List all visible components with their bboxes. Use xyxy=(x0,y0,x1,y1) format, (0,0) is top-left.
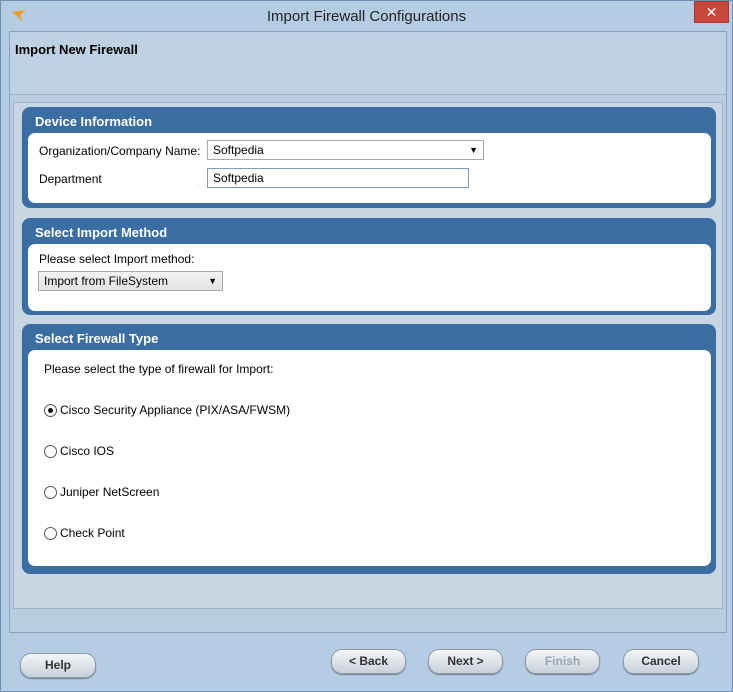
back-button[interactable]: < Back xyxy=(331,649,406,674)
firewall-type-prompt: Please select the type of firewall for I… xyxy=(44,362,274,376)
next-button[interactable]: Next > xyxy=(428,649,503,674)
import-method-panel: Select Import Method Please select Impor… xyxy=(22,218,716,315)
radio-label: Juniper NetScreen xyxy=(60,485,160,499)
device-information-panel: Device Information Organization/Company … xyxy=(22,107,716,208)
close-button[interactable]: ✕ xyxy=(694,1,729,23)
organization-label: Organization/Company Name: xyxy=(39,144,201,158)
firewall-type-panel: Select Firewall Type Please select the t… xyxy=(22,324,716,574)
import-method-prompt: Please select Import method: xyxy=(39,252,195,266)
import-firewall-window: Import Firewall Configurations ✕ Import … xyxy=(0,0,733,692)
radio-unselected-icon xyxy=(44,445,57,458)
organization-value: Softpedia xyxy=(213,143,264,157)
device-information-heading: Device Information xyxy=(35,114,153,129)
chevron-down-icon: ▼ xyxy=(469,145,478,155)
import-method-select[interactable]: Import from FileSystem ▼ xyxy=(38,271,223,291)
wizard-content: Import New Firewall Device Information O… xyxy=(9,31,727,633)
department-label: Department xyxy=(39,172,102,186)
organization-select[interactable]: Softpedia ▼ xyxy=(207,140,484,160)
chevron-down-icon: ▼ xyxy=(208,276,217,286)
cancel-button[interactable]: Cancel xyxy=(623,649,699,674)
radio-label: Cisco Security Appliance (PIX/ASA/FWSM) xyxy=(60,403,291,417)
page-title: Import New Firewall xyxy=(15,42,138,57)
wizard-body: Device Information Organization/Company … xyxy=(13,102,723,609)
radio-label: Check Point xyxy=(60,526,125,540)
finish-button[interactable]: Finish xyxy=(525,649,600,674)
radio-label: Cisco IOS xyxy=(60,444,115,458)
import-method-body: Please select Import method: Import from… xyxy=(28,244,711,311)
device-information-body: Organization/Company Name: Softpedia ▼ D… xyxy=(28,133,711,203)
firewall-type-body: Please select the type of firewall for I… xyxy=(28,350,711,566)
help-button[interactable]: Help xyxy=(20,653,96,678)
firewall-type-heading: Select Firewall Type xyxy=(35,331,159,346)
department-input[interactable]: Softpedia xyxy=(207,168,469,188)
title-bar: Import Firewall Configurations ✕ xyxy=(1,1,732,31)
import-method-heading: Select Import Method xyxy=(35,225,168,240)
radio-unselected-icon xyxy=(44,527,57,540)
import-method-value: Import from FileSystem xyxy=(44,274,169,288)
radio-unselected-icon xyxy=(44,486,57,499)
radio-selected-icon xyxy=(44,404,57,417)
page-header: Import New Firewall xyxy=(10,32,726,95)
window-title: Import Firewall Configurations xyxy=(266,8,467,25)
